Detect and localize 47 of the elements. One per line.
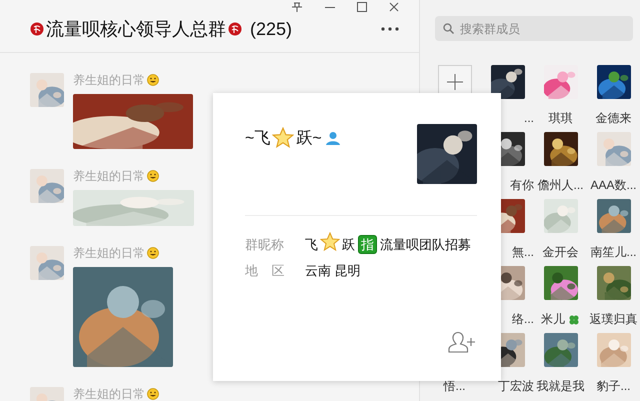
member-name[interactable]: 悟... bbox=[443, 379, 466, 394]
contact-name: ~飞 bbox=[245, 128, 270, 148]
badge: 指 bbox=[358, 235, 377, 254]
sender-name: 养生姐的日常 bbox=[73, 73, 145, 87]
sender-name: 养生姐的日常 bbox=[73, 246, 145, 260]
sender-name: 养生姐的日常 bbox=[73, 387, 145, 401]
field-value: 流量呗团队招募 bbox=[380, 237, 471, 252]
member-name[interactable]: 無... bbox=[512, 245, 534, 260]
member-name[interactable]: 返璞归真 bbox=[590, 312, 638, 327]
member-name[interactable]: 有你 bbox=[510, 178, 534, 193]
star-icon bbox=[320, 232, 340, 252]
member-name[interactable]: 米儿 bbox=[541, 312, 565, 327]
member-name[interactable]: 络... bbox=[512, 312, 534, 327]
field-label: 群昵称 bbox=[245, 236, 285, 254]
field-label: 地 区 bbox=[245, 262, 286, 280]
sender-name: 养生姐的日常 bbox=[73, 169, 145, 183]
member-name[interactable]: 我就是我 bbox=[536, 379, 584, 394]
field-value: 云南 昆明 bbox=[305, 263, 361, 278]
seal-icon bbox=[30, 22, 44, 36]
pin-icon[interactable] bbox=[291, 2, 303, 12]
add-friend-icon[interactable] bbox=[448, 331, 476, 353]
contact-name: 跃~ bbox=[296, 128, 322, 148]
search-field[interactable]: 搜索群成员 bbox=[435, 16, 633, 41]
person-icon bbox=[326, 131, 340, 145]
close-icon[interactable] bbox=[389, 2, 399, 12]
smiley-icon bbox=[147, 388, 159, 400]
smiley-icon bbox=[147, 247, 159, 259]
field-value: 跃 bbox=[342, 237, 355, 252]
member-name[interactable]: AAA数... bbox=[590, 178, 636, 193]
chat-title: 流量呗核心领导人总群 bbox=[46, 18, 226, 41]
more-icon[interactable] bbox=[381, 27, 399, 31]
maximize-icon[interactable] bbox=[357, 2, 367, 12]
field-value: 飞 bbox=[305, 237, 318, 252]
member-name[interactable]: 南笙儿... bbox=[590, 245, 636, 260]
member-name[interactable]: 儋州人... bbox=[537, 178, 584, 193]
smiley-icon bbox=[147, 170, 159, 182]
member-name[interactable]: ... bbox=[524, 111, 534, 126]
plus-icon bbox=[446, 74, 462, 90]
member-name[interactable]: 金德来 bbox=[596, 111, 632, 126]
member-name[interactable]: 金开会 bbox=[542, 245, 578, 260]
star-icon bbox=[272, 127, 294, 149]
member-name[interactable]: 丁宏波 bbox=[498, 379, 534, 394]
seal-icon bbox=[228, 22, 242, 36]
member-name[interactable]: 豹子... bbox=[596, 379, 630, 394]
smiley-icon bbox=[147, 74, 159, 86]
member-count: (225) bbox=[250, 18, 292, 40]
member-name[interactable]: 琪琪 bbox=[548, 111, 572, 126]
